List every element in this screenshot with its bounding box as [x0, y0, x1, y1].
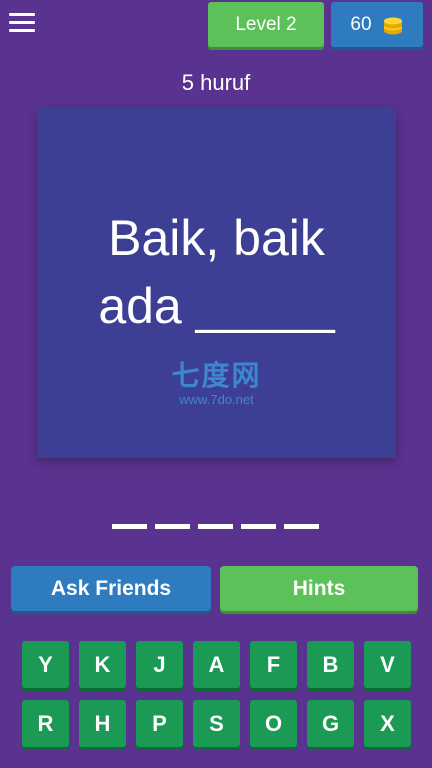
letter-key[interactable]: H: [79, 700, 126, 747]
letter-key[interactable]: B: [307, 641, 354, 688]
answer-slot[interactable]: [284, 524, 319, 529]
letter-key[interactable]: J: [136, 641, 183, 688]
letter-key[interactable]: X: [364, 700, 411, 747]
letter-key[interactable]: G: [307, 700, 354, 747]
question-card: Baik, baik ada _____ 七度网 www.7do.net: [37, 108, 396, 458]
keyboard-row: YKJAFBV: [22, 641, 414, 688]
ask-friends-label: Ask Friends: [50, 576, 172, 600]
coins-stack-icon: [382, 14, 404, 36]
level-label: Level 2: [235, 13, 297, 35]
hints-button[interactable]: Hints: [220, 566, 418, 611]
answer-slot[interactable]: [198, 524, 233, 529]
letter-key[interactable]: O: [250, 700, 297, 747]
letter-key[interactable]: S: [193, 700, 240, 747]
letter-key[interactable]: F: [250, 641, 297, 688]
letter-key[interactable]: K: [79, 641, 126, 688]
watermark-logo: 七度网: [171, 360, 262, 391]
letter-key[interactable]: P: [136, 700, 183, 747]
letter-key[interactable]: A: [193, 641, 240, 688]
answer-slot[interactable]: [112, 524, 147, 529]
letter-key[interactable]: R: [22, 700, 69, 747]
letter-count-label: 5 huruf: [181, 70, 251, 95]
answer-slots: [112, 524, 320, 530]
letter-key[interactable]: V: [364, 641, 411, 688]
hints-label: Hints: [292, 576, 346, 600]
coins-button[interactable]: 60: [331, 2, 423, 47]
answer-slot[interactable]: [155, 524, 190, 529]
letter-keyboard: YKJAFBV RHPSOGX: [22, 641, 414, 759]
letter-key[interactable]: Y: [22, 641, 69, 688]
menu-button[interactable]: [9, 13, 35, 37]
keyboard-row: RHPSOGX: [22, 700, 414, 747]
ask-friends-button[interactable]: Ask Friends: [11, 566, 211, 611]
answer-slot[interactable]: [241, 524, 276, 529]
hamburger-menu-icon: [9, 13, 35, 16]
level-button[interactable]: Level 2: [208, 2, 324, 47]
coins-count: 60: [350, 13, 372, 35]
question-text: Baik, baik ada _____: [98, 210, 335, 334]
watermark-url: www.7do.net: [179, 392, 254, 407]
